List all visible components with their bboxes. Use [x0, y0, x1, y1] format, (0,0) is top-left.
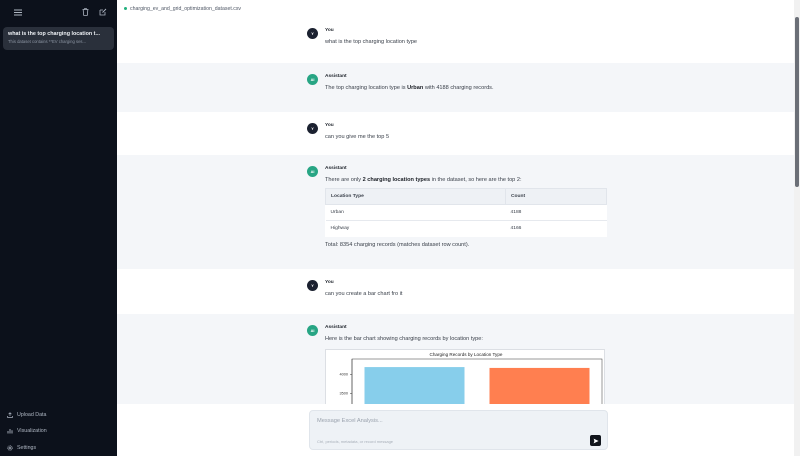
message-role: Assistant	[325, 74, 347, 79]
message-user: Y You can you create a bar chart fro it	[117, 269, 796, 314]
upload-icon	[7, 411, 13, 418]
bar-highway	[489, 367, 590, 404]
visualization-link[interactable]: Visualization	[0, 423, 117, 440]
status-dot-icon	[124, 7, 127, 10]
scrollbar-thumb[interactable]	[795, 17, 799, 187]
message-user: Y You can you give me the top 5	[117, 112, 796, 155]
message-input-box[interactable]: Message Excel Analysis... Ctrl, periods,…	[309, 410, 608, 450]
upload-data-label: Upload Data	[17, 411, 47, 418]
table-cell: Highway	[325, 220, 506, 237]
chat-history-item[interactable]: what is the top charging location t... T…	[3, 27, 114, 50]
y-tick-label: 4000	[340, 373, 348, 377]
upload-data-link[interactable]: Upload Data	[0, 407, 117, 424]
bar-chart-icon	[7, 429, 13, 434]
message-role: You	[325, 123, 334, 128]
message-text: can you give me the top 5	[325, 134, 390, 140]
send-button[interactable]	[590, 435, 601, 446]
message-user: Y You what is the top charging location …	[117, 17, 796, 63]
message-text: can you create a bar chart fro it	[325, 291, 403, 297]
visualization-label: Visualization	[17, 428, 47, 435]
message-text: The top charging location type is Urban …	[325, 85, 494, 91]
trash-icon[interactable]	[78, 5, 92, 19]
table-cell: 4188	[505, 204, 607, 221]
settings-label: Settings	[17, 444, 37, 451]
result-table: Location Type Count Urban 4188 Highway 4…	[325, 188, 607, 237]
table-row: Urban 4188	[325, 204, 607, 221]
user-avatar: Y	[307, 28, 318, 39]
bar-urban	[364, 367, 465, 404]
file-header: charging_ev_and_grid_optimization_datase…	[117, 0, 788, 17]
new-chat-icon[interactable]	[96, 5, 110, 19]
message-input[interactable]: Message Excel Analysis...	[317, 418, 383, 424]
chart-title: Charging Records by Location Type	[430, 352, 503, 357]
chat-item-subtitle: This dataset contains **EV charging ses.…	[8, 39, 86, 44]
message-assistant: AI Assistant Here is the bar chart showi…	[117, 314, 796, 404]
assistant-avatar: AI	[307, 74, 318, 85]
message-role: You	[325, 28, 334, 33]
sidebar-header	[0, 0, 117, 24]
assistant-avatar: AI	[307, 325, 318, 336]
message-assistant: AI Assistant The top charging location t…	[117, 63, 796, 112]
table-cell: Urban	[325, 204, 506, 221]
y-tick-label: 3500	[340, 392, 348, 396]
table-cell: 4166	[505, 220, 607, 237]
message-assistant: AI Assistant There are only 2 charging l…	[117, 155, 796, 269]
chat-item-title: what is the top charging location t...	[8, 31, 100, 37]
sidebar: what is the top charging location t... T…	[0, 0, 117, 456]
message-role: Assistant	[325, 166, 347, 171]
table-header-row: Location Type Count	[325, 188, 607, 205]
composer-area: Message Excel Analysis... Ctrl, periods,…	[117, 404, 796, 456]
scrollbar[interactable]	[794, 0, 800, 456]
column-header: Location Type	[325, 188, 506, 205]
file-name: charging_ev_and_grid_optimization_datase…	[130, 5, 242, 12]
bar-chart-svg: Charging Records by Location Type 4000 350…	[340, 352, 603, 404]
message-text: There are only 2 charging location types…	[325, 177, 522, 183]
table-row: Highway 4166	[325, 220, 607, 237]
send-icon	[593, 438, 599, 443]
message-role: Assistant	[325, 325, 347, 330]
message-role: You	[325, 280, 334, 285]
bar-chart: Charging Records by Location Type 4000 350…	[325, 349, 605, 404]
user-avatar: Y	[307, 280, 318, 291]
assistant-avatar: AI	[307, 166, 318, 177]
menu-icon[interactable]	[11, 5, 25, 19]
message-text: Total: 8354 charging records (matches da…	[325, 242, 470, 248]
column-header: Count	[505, 188, 607, 205]
message-text: what is the top charging location type	[325, 39, 418, 45]
settings-link[interactable]: Settings	[0, 440, 117, 456]
user-avatar: Y	[307, 123, 318, 134]
composer-hint: Ctrl, periods, metadata, or record messa…	[317, 439, 394, 444]
message-text: Here is the bar chart showing charging r…	[325, 336, 483, 342]
chat-thread: Y You what is the top charging location …	[117, 17, 796, 404]
gear-icon	[7, 445, 13, 451]
sidebar-footer: Upload Data Visualization Settings	[0, 407, 117, 456]
